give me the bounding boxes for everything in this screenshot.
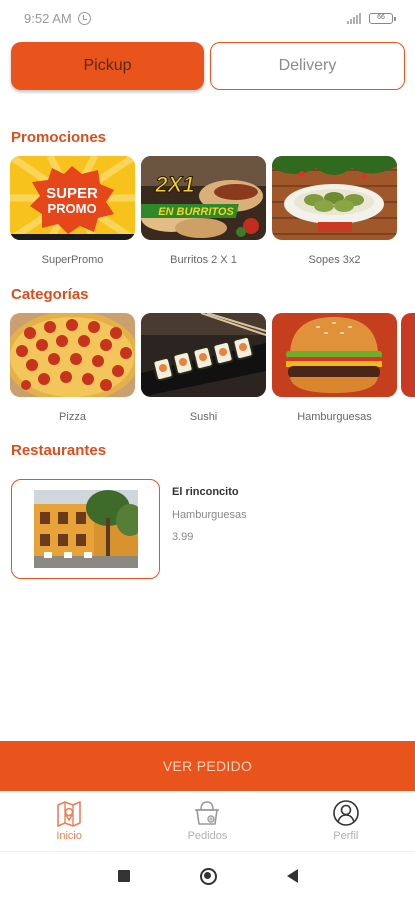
user-icon [333,799,359,826]
category-image-pizza [10,313,135,397]
category-image-hamburguesas [272,313,397,397]
burritos-line1: 2X1 [154,172,194,197]
order-mode-toggle: Pickup Delivery [11,42,405,90]
status-time: 9:52 AM [24,10,72,26]
promotions-carousel[interactable]: SUPER PROMO SuperPromo 2X1 EN BURRITOS B… [10,156,397,266]
burger-art [272,313,397,397]
promo-card-superpromo[interactable]: SUPER PROMO SuperPromo [10,156,135,266]
nav-label-inicio: Inicio [56,829,82,842]
restaurant-name: El rinconcito [172,486,239,498]
back-icon[interactable] [286,869,298,883]
pickup-button[interactable]: Pickup [11,42,204,90]
nav-item-pedidos[interactable]: Pedidos [157,799,257,842]
category-image-sushi [141,313,266,397]
categories-title: Categorías [11,286,89,303]
category-card-next-peek[interactable] [401,313,415,397]
promo-image-superpromo: SUPER PROMO [10,156,135,240]
restaurant-image [33,490,138,568]
promo-card-sopes[interactable]: Sopes 3x2 [272,156,397,266]
burritos-art: 2X1 EN BURRITOS [141,156,266,240]
sushi-art [141,313,266,397]
promo-image-burritos: 2X1 EN BURRITOS [141,156,266,240]
promo-card-burritos[interactable]: 2X1 EN BURRITOS Burritos 2 X 1 [141,156,266,266]
nav-label-perfil: Perfil [333,829,359,842]
delivery-button[interactable]: Delivery [210,42,405,90]
alarm-icon [77,11,91,25]
map-icon [57,800,81,827]
restaurant-card[interactable] [11,479,160,579]
system-nav-bar [0,851,415,900]
promotions-title: Promociones [11,129,107,146]
sopes-art [272,156,397,240]
recent-apps-icon[interactable] [117,870,130,882]
superpromo-art: SUPER PROMO [10,156,135,240]
category-card-hamburguesas[interactable]: Hamburguesas [272,313,397,423]
category-card-pizza[interactable]: Pizza [10,313,135,423]
restaurant-info[interactable]: El rinconcito Hamburguesas 3.99 [172,486,247,543]
status-left: 9:52 AM [24,11,91,26]
battery-icon: 66 [369,12,396,24]
status-right: 66 [347,12,396,24]
bottom-nav: Inicio Pedidos Perfil [0,791,415,849]
promo-image-sopes [272,156,397,240]
promo-label-sopes: Sopes 3x2 [308,254,361,266]
promo-label-superpromo: SuperPromo [41,254,104,266]
home-icon[interactable] [199,867,217,885]
categories-carousel[interactable]: Pizza Sushi Hamburguesas [10,313,397,423]
nav-label-pedidos: Pedidos [187,829,228,842]
superpromo-line2: PROMO [47,201,96,216]
view-order-button[interactable]: VER PEDIDO [0,741,415,791]
category-label-pizza: Pizza [59,411,86,423]
category-card-sushi[interactable]: Sushi [141,313,266,423]
restaurants-title: Restaurantes [11,442,107,459]
nav-item-perfil[interactable]: Perfil [296,799,396,842]
superpromo-line1: SUPER [46,185,98,202]
status-bar: 9:52 AM 66 [0,0,415,36]
signal-icon [347,12,361,24]
category-label-sushi: Sushi [189,411,218,423]
restaurant-category: Hamburguesas [172,509,247,521]
pizza-art [10,313,135,397]
burritos-line2: EN BURRITOS [158,206,234,218]
promo-label-burritos: Burritos 2 X 1 [170,254,237,266]
restaurant-price: 3.99 [172,531,194,543]
nav-item-inicio[interactable]: Inicio [19,799,119,842]
category-label-hamburguesas: Hamburguesas [297,411,372,423]
basket-icon [195,800,220,825]
